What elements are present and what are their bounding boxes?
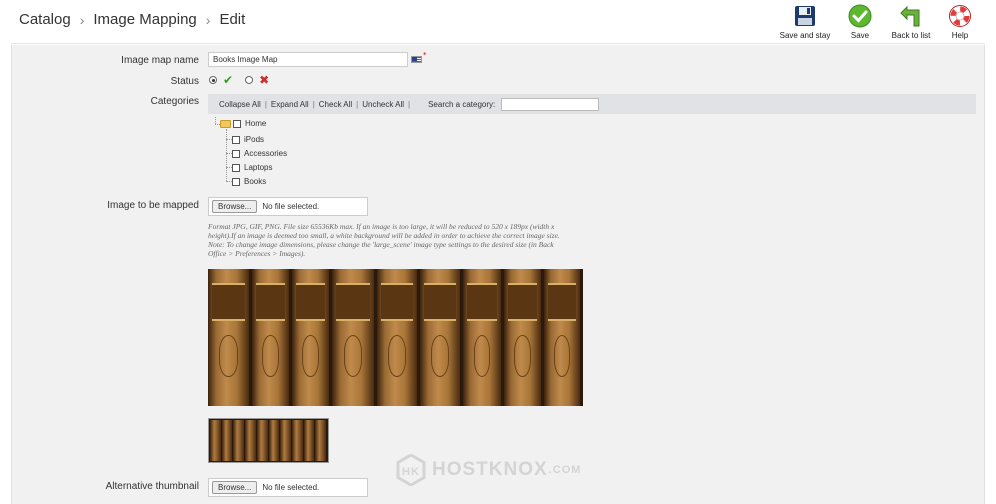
page-header: Catalog › Image Mapping › Edit Save and … [11,0,985,44]
category-node-ipods[interactable]: iPods [232,135,264,144]
book-spine [463,269,501,406]
help-button[interactable]: Help [945,4,975,40]
category-search-input[interactable] [501,97,600,111]
category-label: Accessories [244,149,288,158]
category-checkbox[interactable] [233,119,241,128]
file-status: No file selected. [262,202,320,211]
expand-all-link[interactable]: Expand All [271,100,309,109]
category-node-books[interactable]: Books [232,177,266,186]
save-button[interactable]: Save [843,4,877,40]
image-map-name-input[interactable]: Books Image Map [208,52,408,67]
book-spine [252,269,289,406]
category-node-home[interactable]: Home [220,119,266,128]
browse-button[interactable]: Browse... [212,481,258,494]
category-checkbox[interactable] [232,163,240,172]
category-search-label: Search a category: [428,99,496,109]
disabled-cross-icon: ✖ [259,73,270,87]
breadcrumb-edit: Edit [219,11,246,28]
category-checkbox[interactable] [232,177,240,186]
required-mark: * [423,51,427,59]
hostknox-watermark: HK HOSTKNOX .COM [396,454,581,486]
status-disabled-radio[interactable] [245,76,254,84]
back-arrow-icon [900,5,920,27]
mapped-image-preview[interactable] [208,269,583,406]
floppy-disk-icon [795,6,815,26]
status-enabled-radio[interactable] [209,76,217,84]
category-label: iPods [244,135,265,144]
categories-label: Categories [150,96,199,107]
book-spine [208,269,249,406]
breadcrumb-catalog[interactable]: Catalog [19,11,71,28]
image-to-be-mapped-label: Image to be mapped [107,200,199,211]
upload-hint: Format JPG, GIF, PNG. File size 65536Kb … [208,222,570,258]
check-all-link[interactable]: Check All [319,100,352,109]
status-label: Status [170,76,199,87]
status-options: ✔ ✖ [209,73,281,87]
category-label: Laptops [244,163,273,172]
enabled-check-icon: ✔ [223,73,234,87]
breadcrumb-image-mapping[interactable]: Image Mapping [93,11,196,28]
alternative-thumbnail-input[interactable]: Browse... No file selected. [208,478,368,497]
uncheck-all-link[interactable]: Uncheck All [362,100,404,109]
book-spine [544,269,580,406]
hint-format: Format JPG, GIF, PNG. File size 65536Kb … [208,222,560,240]
alternative-thumbnail-label: Alternative thumbnail [105,481,199,492]
book-spine [377,269,417,406]
category-label: Home [245,119,267,128]
collapse-all-link[interactable]: Collapse All [219,100,261,109]
language-flag-icon[interactable] [411,56,422,63]
category-tree-toolbar: Collapse All | Expand All | Check All | Unc… [208,94,976,114]
category-node-laptops[interactable]: Laptops [232,163,272,172]
chevron-right-icon: › [79,11,85,28]
folder-open-icon [220,119,231,128]
book-spine [332,269,374,406]
hint-note: Note: To change image dimensions, please… [208,240,554,258]
watermark-suffix: .COM [548,464,582,476]
checkmark-circle-icon [848,4,872,28]
browse-button[interactable]: Browse... [212,200,258,213]
help-label: Help [951,31,969,40]
category-checkbox[interactable] [232,135,240,144]
save-and-stay-button[interactable]: Save and stay [777,4,833,40]
toolbar: Save and stay Save Back to list Help [767,4,975,40]
back-to-list-button[interactable]: Back to list [887,4,935,40]
chevron-right-icon: › [205,11,211,28]
image-thumbnail [208,418,329,463]
file-status: No file selected. [262,483,320,492]
image-file-input[interactable]: Browse... No file selected. [208,197,368,216]
image-map-name-label: Image map name [121,55,199,66]
book-spine [420,269,460,406]
back-label: Back to list [891,31,931,40]
book-spine [504,269,541,406]
breadcrumb: Catalog › Image Mapping › Edit [19,11,245,28]
category-checkbox[interactable] [232,149,240,158]
book-spine [292,269,329,406]
watermark-brand: HOSTKNOX [432,459,548,480]
hostknox-logo-icon: HK [396,454,426,486]
lifebuoy-icon [949,5,971,27]
svg-text:HK: HK [402,466,420,478]
save-label: Save [850,31,870,40]
category-label: Books [244,177,267,186]
category-node-accessories[interactable]: Accessories [232,149,287,158]
save-and-stay-label: Save and stay [779,31,831,40]
form-panel: Image map name Books Image Map * Status … [11,45,985,504]
